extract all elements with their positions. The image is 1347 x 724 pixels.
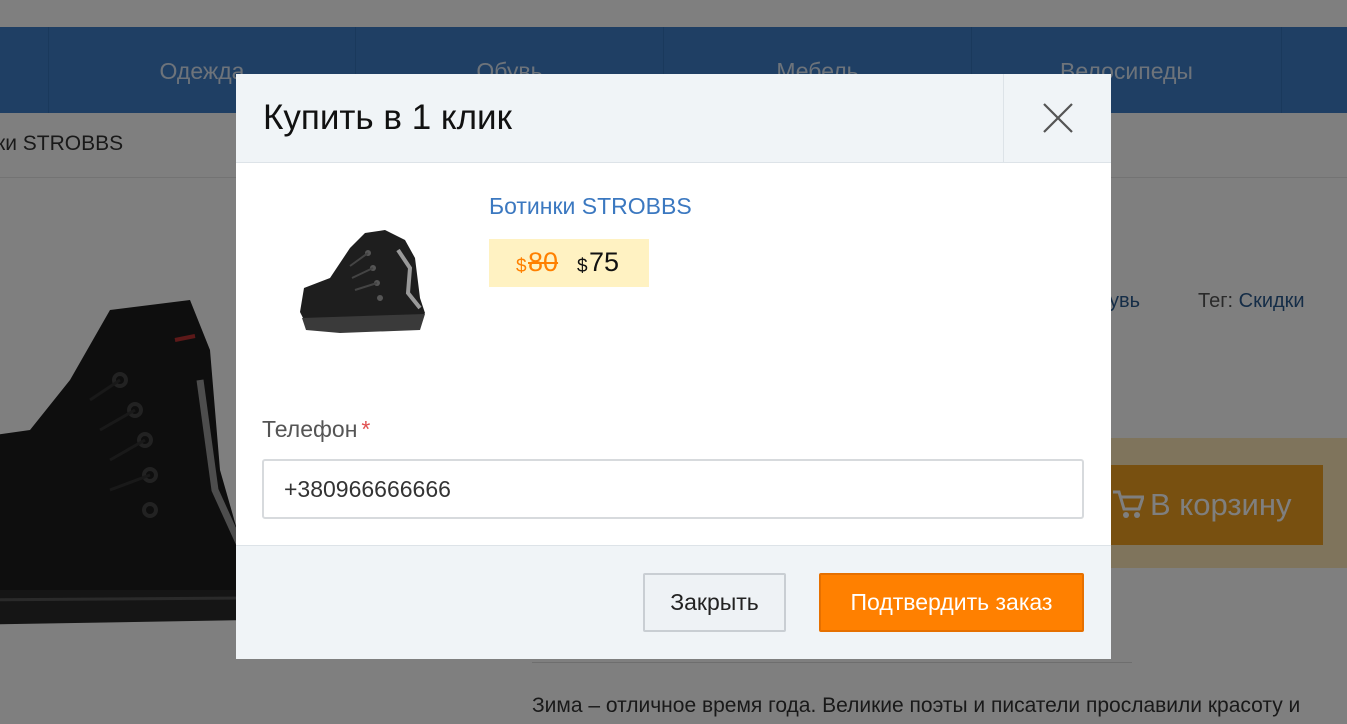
modal-header: Купить в 1 клик — [236, 74, 1111, 163]
modal-footer: Закрыть Подтвердить заказ — [236, 545, 1111, 659]
close-button[interactable]: Закрыть — [643, 573, 786, 632]
phone-label-text: Телефон — [262, 416, 358, 442]
phone-input[interactable] — [262, 459, 1084, 519]
old-price: 80 — [528, 247, 559, 277]
product-thumbnail — [280, 198, 450, 368]
quick-buy-modal: Купить в 1 клик Ботинки STROBBS $ 80 $ 7… — [236, 74, 1111, 659]
phone-label: Телефон * — [262, 416, 370, 443]
modal-close-button[interactable] — [1003, 74, 1111, 162]
old-price-currency: $ — [516, 256, 527, 277]
new-price-currency: $ — [577, 256, 588, 277]
close-icon — [1043, 103, 1073, 133]
required-mark: * — [361, 416, 371, 442]
price-box: $ 80 $ 75 — [489, 239, 649, 287]
modal-title: Купить в 1 клик — [263, 98, 512, 137]
confirm-order-button[interactable]: Подтвердить заказ — [819, 573, 1084, 632]
product-name-link[interactable]: Ботинки STROBBS — [489, 193, 692, 220]
new-price: 75 — [589, 247, 620, 277]
